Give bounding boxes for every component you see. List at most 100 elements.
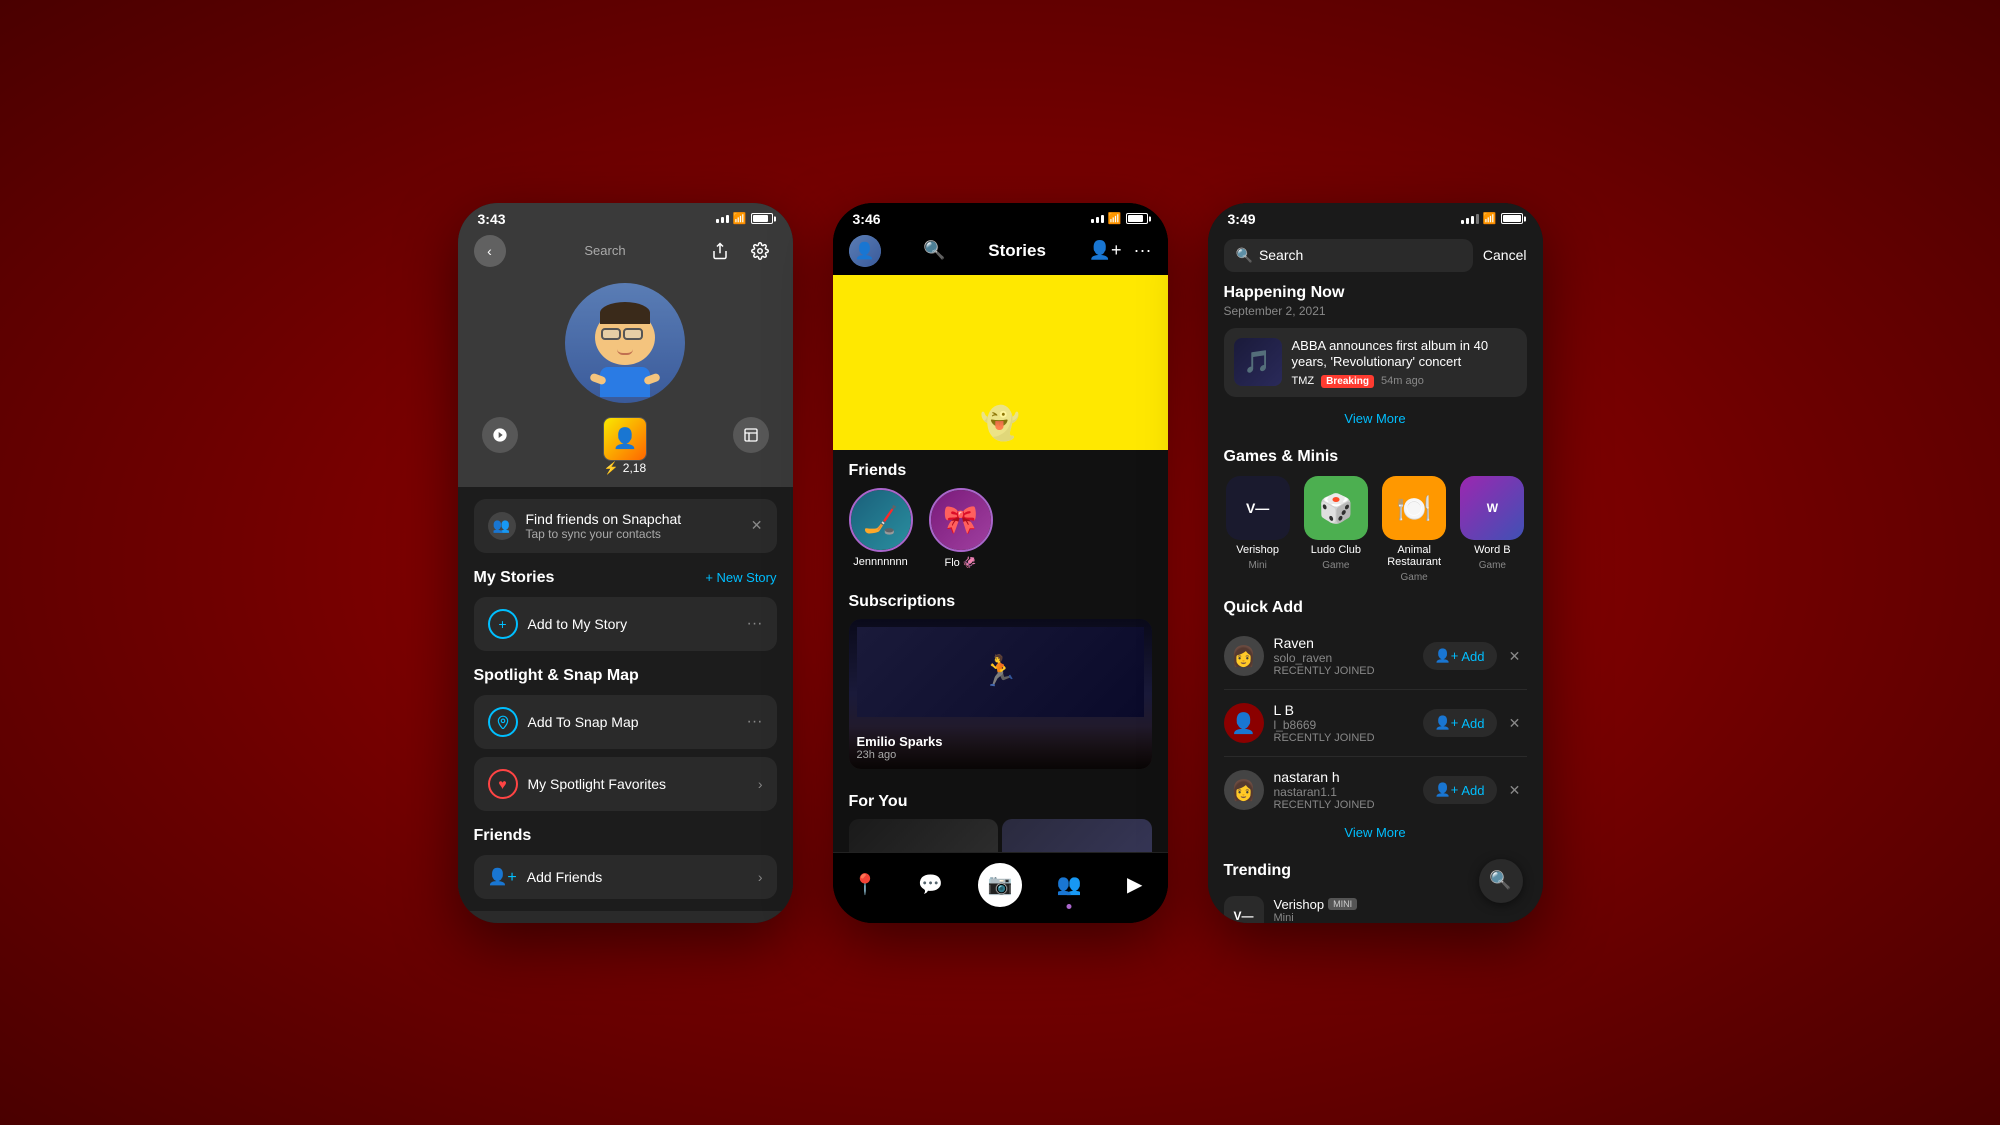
friend-name-1: Jennnnnnn <box>853 556 907 568</box>
subscription-item-0[interactable]: 🏃 Emilio Sparks 23h ago <box>849 619 1152 769</box>
remove-raven-button[interactable]: ✕ <box>1503 644 1527 668</box>
more-dots-map[interactable]: ··· <box>747 713 763 731</box>
signal-bars-3 <box>1461 214 1479 224</box>
bitmoji-mouth <box>617 349 633 355</box>
add-to-snap-map-label: Add To Snap Map <box>528 714 639 730</box>
nav-discover[interactable]: ▶ <box>1117 867 1153 903</box>
news-item-0[interactable]: 🎵 ABBA announces first album in 40 years… <box>1224 328 1527 398</box>
add-raven-button[interactable]: 👤+ Add <box>1423 642 1497 670</box>
add-friends-left: 👤+ Add Friends <box>488 867 603 887</box>
search-fab[interactable]: 🔍 <box>1479 859 1523 903</box>
quick-add-title: Quick Add <box>1224 599 1527 617</box>
snap-action-2[interactable] <box>733 417 769 453</box>
chevron-icon-friends: › <box>758 869 763 885</box>
status-icons-2: 📶 <box>1091 212 1148 225</box>
games-scroll: V— Verishop Mini 🎲 Ludo Club Game 🍽️ <box>1224 476 1527 583</box>
friends-title: Friends <box>474 827 532 845</box>
time-2: 3:46 <box>853 211 881 227</box>
cancel-button[interactable]: Cancel <box>1483 247 1527 263</box>
qa-status-lb: RECENTLY JOINED <box>1274 732 1413 744</box>
game-type-ludo: Game <box>1322 560 1349 571</box>
qa-actions-raven: 👤+ Add ✕ <box>1423 642 1527 670</box>
game-item-verishop[interactable]: V— Verishop Mini <box>1224 476 1292 583</box>
add-to-story-row[interactable]: + Add to My Story ··· <box>474 597 777 651</box>
nav-camera[interactable]: 📷 <box>978 863 1022 907</box>
signal-bars-1 <box>716 215 729 223</box>
friend-avatar-inner-1: 🏒 <box>851 490 911 550</box>
add-lb-button[interactable]: 👤+ Add <box>1423 709 1497 737</box>
for-you-section: For You WORLDSTAR PETLAR CO <box>833 781 1168 852</box>
game-name-verishop: Verishop <box>1236 544 1279 556</box>
user-avatar-stories[interactable]: 👤 <box>849 235 881 267</box>
game-item-animal[interactable]: 🍽️ Animal Restaurant Game <box>1380 476 1448 583</box>
new-story-button[interactable]: + New Story <box>705 570 776 585</box>
signal-bars-2 <box>1091 215 1104 223</box>
add-friends-row[interactable]: 👤+ Add Friends › <box>474 855 777 899</box>
game-item-wordb[interactable]: W Word B Game <box>1458 476 1526 583</box>
find-friends-row[interactable]: 👥 Find friends on Snapchat Tap to sync y… <box>474 499 777 553</box>
bitmoji-arm-right <box>643 373 661 386</box>
status-bar-1: 3:43 📶 <box>458 203 793 231</box>
profile-header: ‹ Search <box>458 231 793 487</box>
battery-1 <box>751 213 773 224</box>
add-icon-lb: 👤+ <box>1435 715 1459 731</box>
more-dots-story[interactable]: ··· <box>747 615 763 633</box>
find-friends-close[interactable]: ✕ <box>751 517 763 534</box>
news-source-name-0: TMZ <box>1292 375 1315 387</box>
sub-image-0: 🏃 <box>857 627 1144 717</box>
game-icon-verishop: V— <box>1226 476 1290 540</box>
nav-map[interactable]: 📍 <box>847 867 883 903</box>
wifi-icon-1: 📶 <box>733 212 747 225</box>
quick-add-raven: 👩 Raven solo_raven RECENTLY JOINED 👤+ Ad… <box>1224 627 1527 685</box>
search-bar[interactable]: 🔍 Search <box>1224 239 1473 272</box>
nav-stories[interactable]: 👥 <box>1051 867 1087 903</box>
ghost-watermark: 👻 <box>980 404 1020 442</box>
game-type-animal: Game <box>1401 572 1428 583</box>
qa-info-nastaran: nastaran h nastaran1.1 RECENTLY JOINED <box>1274 769 1413 811</box>
qa-info-lb: L B l_b8669 RECENTLY JOINED <box>1274 702 1413 744</box>
sub-thumbnail-0: 🏃 Emilio Sparks 23h ago <box>849 619 1152 769</box>
remove-lb-button[interactable]: ✕ <box>1503 711 1527 735</box>
share-icon[interactable] <box>704 235 736 267</box>
quick-add-view-more[interactable]: View More <box>1224 819 1527 846</box>
spotlight-favorites-left: ♥ My Spotlight Favorites <box>488 769 667 799</box>
snap-preview[interactable]: 👻 <box>833 275 1168 450</box>
bitmoji-figure <box>595 300 655 385</box>
game-icon-ludo: 🎲 <box>1304 476 1368 540</box>
add-to-snap-map-row[interactable]: Add To Snap Map ··· <box>474 695 777 749</box>
search-icon-stories[interactable]: 🔍 <box>923 240 945 261</box>
game-item-ludo[interactable]: 🎲 Ludo Club Game <box>1302 476 1370 583</box>
wifi-icon-2: 📶 <box>1108 212 1122 225</box>
friend-avatar-inner-2: 🎀 <box>931 490 991 550</box>
phones-container: 3:43 📶 ‹ Search <box>458 203 1543 923</box>
qa-actions-nastaran: 👤+ Add ✕ <box>1423 776 1527 804</box>
back-button[interactable]: ‹ <box>474 235 506 267</box>
for-you-item-worldstar[interactable]: WORLDSTAR <box>849 819 999 852</box>
chevron-icon-spotlight: › <box>758 776 763 792</box>
subscriptions-section: Subscriptions 🏃 Emilio Sparks 23h ago <box>833 581 1168 781</box>
game-name-ludo: Ludo Club <box>1311 544 1361 556</box>
nav-chat[interactable]: 💬 <box>913 867 949 903</box>
wifi-icon-3: 📶 <box>1483 212 1497 225</box>
search-content: Happening Now September 2, 2021 🎵 ABBA a… <box>1208 284 1543 923</box>
trending-item-verishop[interactable]: V— Verishop MINI Mini Discover something… <box>1224 890 1527 922</box>
happening-title: Happening Now <box>1224 284 1527 302</box>
snap-action-1[interactable] <box>482 417 518 453</box>
phone-profile: 3:43 📶 ‹ Search <box>458 203 793 923</box>
for-you-item-petlar[interactable]: PETLAR CO <box>1002 819 1152 852</box>
add-friend-icon[interactable]: 👤+ <box>1089 240 1122 261</box>
friend-story-jennnnnnn[interactable]: 🏒 Jennnnnnn <box>849 488 913 569</box>
more-icon-stories[interactable]: ··· <box>1134 240 1152 261</box>
settings-icon[interactable] <box>744 235 776 267</box>
news-image-0: 🎵 <box>1234 338 1282 386</box>
divider-2 <box>1224 756 1527 757</box>
spotlight-favorites-row[interactable]: ♥ My Spotlight Favorites › <box>474 757 777 811</box>
trending-info-verishop: Verishop MINI Mini Discover something ne… <box>1274 897 1527 923</box>
add-nastaran-button[interactable]: 👤+ Add <box>1423 776 1497 804</box>
happening-view-more[interactable]: View More <box>1224 405 1527 432</box>
stories-title: Stories <box>988 241 1046 261</box>
friend-story-flo[interactable]: 🎀 Flo 🦑 <box>929 488 993 569</box>
friend-avatar-1: 🏒 <box>849 488 913 552</box>
remove-nastaran-button[interactable]: ✕ <box>1503 778 1527 802</box>
avatar-area <box>474 275 777 417</box>
